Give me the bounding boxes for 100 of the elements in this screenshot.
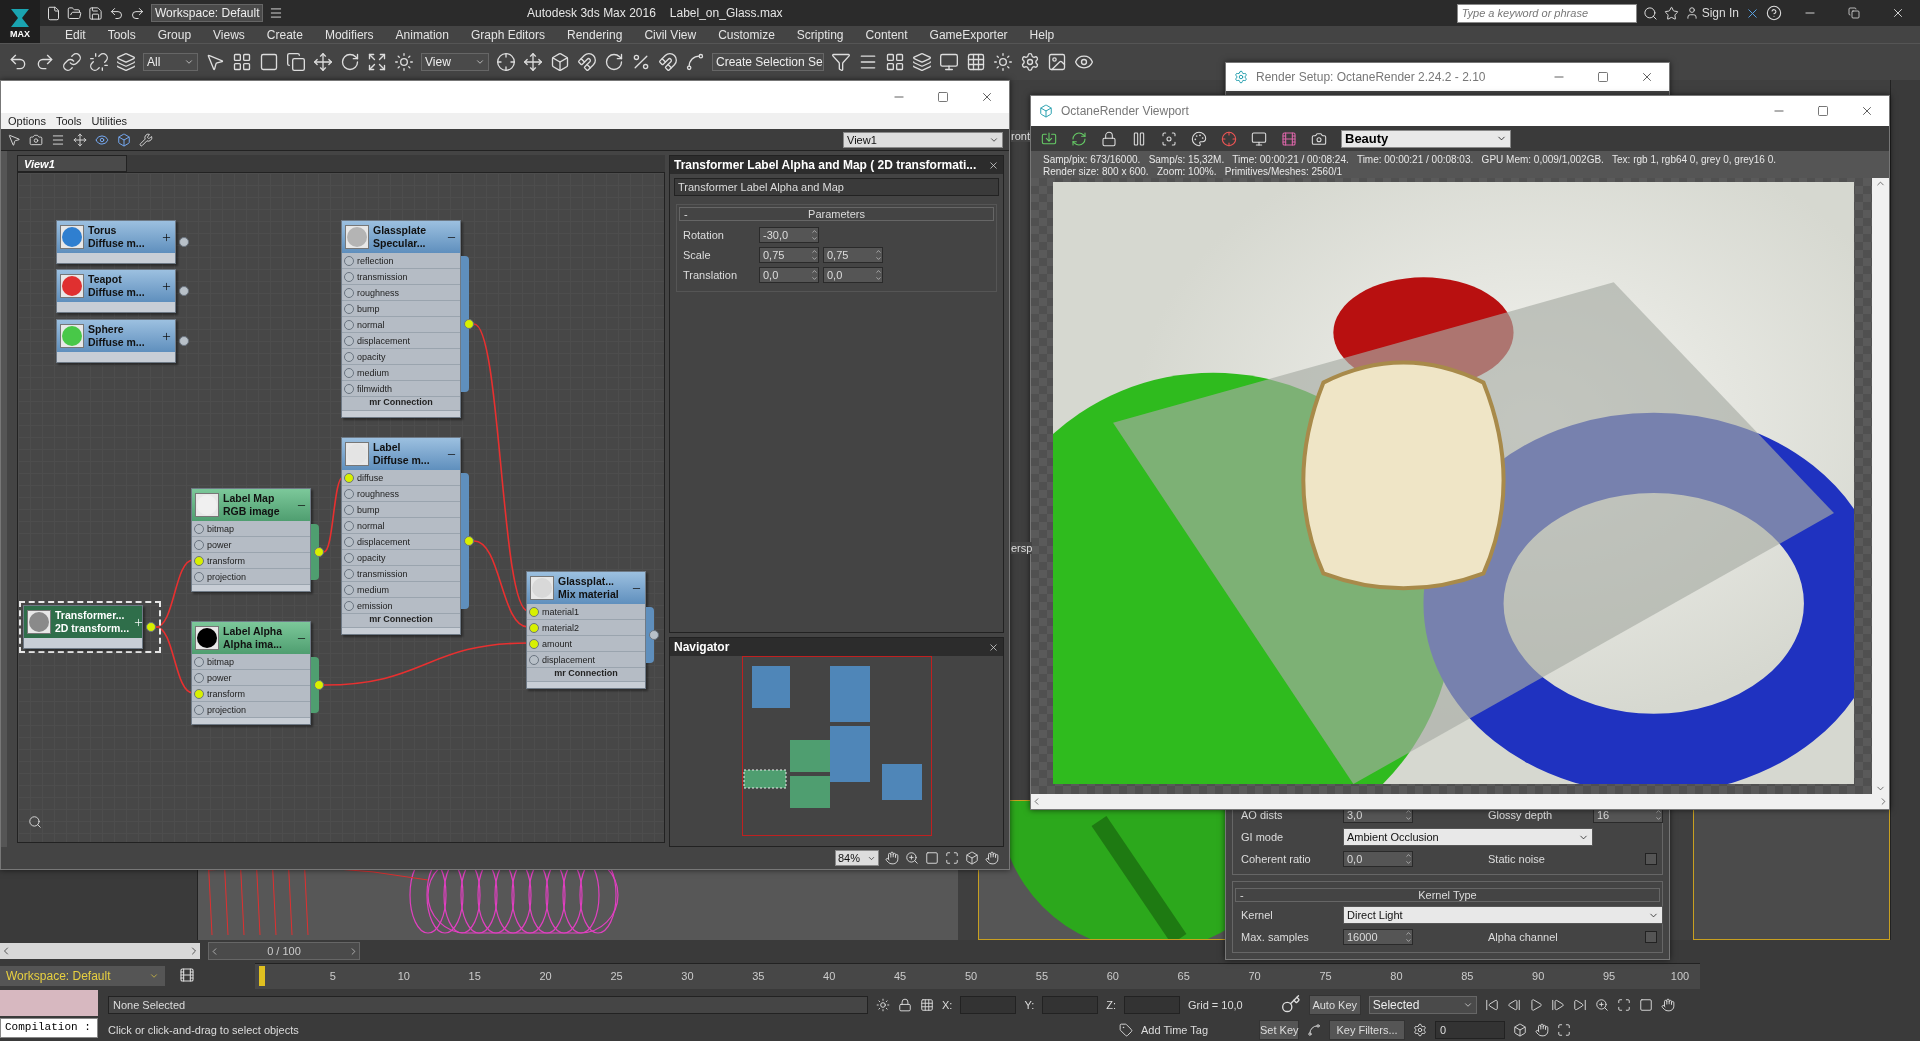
input-socket[interactable] [344,304,354,314]
camera-icon[interactable] [1311,130,1327,147]
input-socket[interactable] [194,572,204,582]
lock-icon[interactable] [898,998,912,1012]
menu-item[interactable]: Content [854,26,919,43]
spinner-field[interactable]: 0,0 [1343,851,1413,867]
new-file-icon[interactable] [46,5,61,21]
add-time-tag[interactable]: Add Time Tag [1141,1024,1251,1036]
input-socket[interactable] [344,473,354,483]
input-socket[interactable] [344,368,354,378]
menu-item[interactable]: Options [3,113,51,129]
go-to-end-icon[interactable] [1572,998,1587,1012]
play-icon[interactable] [1528,998,1543,1012]
key-mode-dropdown[interactable]: Selected [1368,996,1477,1014]
input-socket[interactable] [344,569,354,579]
layers-icon[interactable] [116,52,136,72]
spinner-field[interactable]: 0,0 [759,267,819,283]
absolute-mode-icon[interactable] [920,998,934,1012]
menu-item[interactable]: Views [202,26,256,43]
undo-icon[interactable] [8,52,28,72]
input-socket[interactable] [529,639,539,649]
coordinate-field[interactable] [960,996,1017,1014]
snap-icon[interactable] [577,52,597,72]
spinner-field[interactable]: 16000 [1343,929,1413,945]
close-icon[interactable] [988,641,999,653]
output-socket[interactable] [314,547,324,557]
focus-icon[interactable] [1161,130,1177,147]
output-socket[interactable] [464,536,474,546]
application-button[interactable]: MAX [0,0,40,43]
open-folder-icon[interactable] [67,5,82,21]
workspace-dropdown[interactable]: Workspace: Default [0,966,165,986]
setting-dropdown[interactable]: Ambient Occlusion [1343,828,1593,846]
menu-item[interactable]: Tools [96,26,147,43]
scale-icon[interactable] [367,52,387,72]
menu-item[interactable]: Customize [707,26,786,43]
zoom-icon[interactable] [905,851,919,865]
menu-item[interactable]: Edit [54,26,97,43]
curve-icon[interactable] [685,52,705,72]
search-icon[interactable] [1642,5,1658,21]
menu-item[interactable]: Group [146,26,203,43]
render-pass-dropdown[interactable]: Beauty [1341,129,1511,148]
select-icon[interactable] [7,132,21,147]
input-socket[interactable] [344,336,354,346]
output-socket[interactable] [179,336,189,346]
options-icon[interactable] [51,132,65,147]
set-key-button[interactable]: Set Key [1259,1020,1299,1040]
move-icon[interactable] [73,132,87,147]
sun-icon[interactable] [993,52,1013,72]
undo-icon[interactable] [109,5,124,21]
camera-icon[interactable] [29,132,43,147]
menu-item[interactable]: Modifiers [313,26,385,43]
pan-icon[interactable] [885,851,899,865]
box-icon[interactable] [117,132,131,147]
node-canvas[interactable] [17,172,665,843]
output-socket[interactable] [146,622,156,632]
palette-icon[interactable] [1191,130,1207,147]
viewport-label[interactable]: ront [1011,130,1030,142]
input-socket[interactable] [529,655,539,665]
setting-dropdown[interactable]: Direct Light [1343,906,1663,924]
rollout-header[interactable]: - Parameters [679,207,994,221]
expand-icon[interactable] [161,231,172,243]
zoom-all-icon[interactable] [1616,998,1631,1012]
lock-icon[interactable] [1101,130,1117,147]
previous-frame-icon[interactable] [1506,998,1521,1012]
go-to-start-icon[interactable] [1484,998,1499,1012]
input-socket[interactable] [529,623,539,633]
restart-icon[interactable] [1071,130,1087,147]
navigator-map-drawing[interactable] [741,656,932,836]
help-icon[interactable] [1766,5,1782,21]
expand-icon[interactable] [133,616,145,628]
crosshair-icon[interactable] [1221,130,1237,147]
redo-icon[interactable] [130,5,145,21]
box-icon[interactable] [965,851,979,865]
curve-icon[interactable] [1307,1023,1321,1037]
view-tab[interactable]: View1 [17,155,127,172]
input-socket[interactable] [194,689,204,699]
key-icon[interactable] [1280,993,1301,1014]
viewport-label[interactable]: ersp [1011,542,1033,554]
input-socket[interactable] [344,272,354,282]
output-socket[interactable] [464,319,474,329]
hand-icon[interactable] [985,851,999,865]
menu-item[interactable]: Rendering [556,26,634,43]
input-socket[interactable] [194,657,204,667]
menu-item[interactable]: GameExporter [918,26,1019,43]
next-frame-icon[interactable] [1550,998,1565,1012]
film-icon[interactable] [1281,130,1297,147]
move-icon[interactable] [313,52,333,72]
input-socket[interactable] [194,673,204,683]
sign-in-button[interactable]: Sign In [1684,6,1739,20]
input-socket[interactable] [194,524,204,534]
menu-icon[interactable] [269,6,283,20]
selection-filter-dropdown[interactable]: All [143,53,198,71]
expand-icon[interactable] [161,280,172,292]
input-socket[interactable] [344,489,354,499]
output-socket[interactable] [649,630,659,640]
input-socket[interactable] [344,320,354,330]
menu-item[interactable]: Scripting [785,26,855,43]
rectangle-select-icon[interactable] [259,52,279,72]
reference-coordinates-dropdown[interactable]: View [421,53,489,71]
star-icon[interactable] [1663,5,1679,21]
